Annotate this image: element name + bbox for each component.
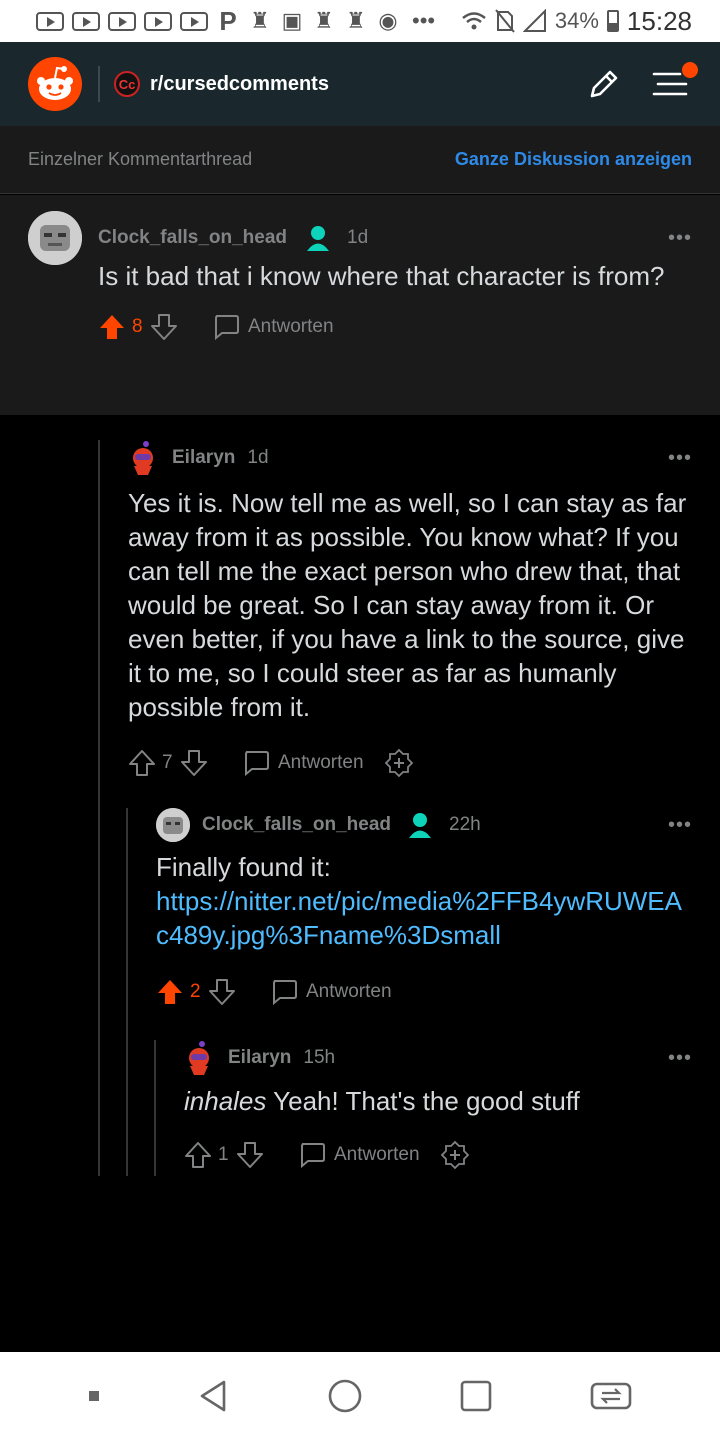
reply-label: Antworten bbox=[334, 1144, 420, 1165]
upvote-icon[interactable] bbox=[98, 313, 126, 341]
battery-icon bbox=[606, 10, 619, 32]
comment-body: Finally found it: https://nitter.net/pic… bbox=[156, 850, 690, 952]
reply-button[interactable]: Antworten bbox=[242, 750, 364, 776]
gallery-icon: ▣ bbox=[281, 8, 303, 33]
comment-author[interactable]: Eilaryn bbox=[172, 447, 235, 469]
no-sim-icon bbox=[495, 9, 515, 33]
reddit-logo-icon[interactable] bbox=[28, 57, 82, 111]
comment-timestamp: 22h bbox=[449, 814, 481, 835]
comment-text: Yeah! That's the good stuff bbox=[266, 1086, 580, 1116]
more-options-icon[interactable]: ••• bbox=[668, 227, 692, 250]
reply-button[interactable]: Antworten bbox=[298, 1142, 420, 1168]
app-icon: ♜ bbox=[314, 8, 334, 33]
home-icon[interactable] bbox=[326, 1377, 364, 1415]
comment-timestamp: 15h bbox=[303, 1047, 336, 1068]
avatar[interactable] bbox=[184, 1040, 214, 1076]
comment: Clock_falls_on_head 1d ••• Is it bad tha… bbox=[0, 195, 720, 415]
reply-label: Antworten bbox=[306, 981, 392, 1002]
vote-count: 8 bbox=[132, 316, 143, 337]
comment-text: Finally found it: bbox=[156, 852, 331, 882]
vote-count: 2 bbox=[190, 981, 201, 1002]
comment-body: inhales Yeah! That's the good stuff bbox=[184, 1084, 690, 1118]
user-badge-icon bbox=[409, 813, 432, 838]
system-navigation-bar bbox=[0, 1352, 720, 1440]
reply-button[interactable]: Antworten bbox=[270, 979, 392, 1005]
nav-dot-icon[interactable] bbox=[87, 1389, 101, 1403]
header-divider bbox=[98, 66, 100, 102]
reply-bubble-icon bbox=[301, 1143, 325, 1168]
avatar[interactable] bbox=[28, 211, 82, 265]
comment-author[interactable]: Eilaryn bbox=[228, 1047, 291, 1069]
notification-dot bbox=[682, 62, 698, 78]
spotify-icon: ◉ bbox=[378, 8, 398, 33]
vote-count: 7 bbox=[162, 752, 173, 773]
downvote-icon[interactable] bbox=[236, 1141, 264, 1169]
app-icon: ♜ bbox=[346, 8, 366, 33]
comment: Eilaryn 1d ••• Yes it is. Now tell me as… bbox=[0, 440, 720, 778]
menu-button[interactable] bbox=[652, 62, 698, 102]
avatar[interactable] bbox=[156, 808, 190, 842]
downvote-icon[interactable] bbox=[150, 313, 178, 341]
more-options-icon[interactable]: ••• bbox=[668, 814, 692, 837]
comment: Eilaryn 15h ••• inhales Yeah! That's the… bbox=[0, 1040, 720, 1170]
single-thread-label: Einzelner Kommentarthread bbox=[28, 149, 253, 169]
more-icon: ••• bbox=[412, 8, 436, 33]
comment-author[interactable]: Clock_falls_on_head bbox=[202, 814, 391, 836]
subreddit-icon[interactable]: Cc bbox=[114, 71, 140, 97]
comment-link[interactable]: https://nitter.net/pic/media%2FFB4ywRUWE… bbox=[156, 884, 690, 952]
comment-body: Is it bad that i know where that charact… bbox=[98, 261, 665, 291]
app-header: Cc r/cursedcomments bbox=[0, 42, 720, 126]
comment-body: Yes it is. Now tell me as well, so I can… bbox=[128, 488, 687, 722]
youtube-icon bbox=[108, 11, 136, 31]
pinterest-icon: P bbox=[219, 5, 237, 36]
system-status: 34% 15:28 bbox=[461, 6, 692, 37]
reply-bubble-icon bbox=[273, 980, 297, 1005]
reply-bubble-icon bbox=[245, 751, 269, 776]
recents-icon[interactable] bbox=[458, 1378, 494, 1414]
downvote-icon[interactable] bbox=[180, 749, 208, 777]
avatar[interactable] bbox=[128, 440, 158, 476]
status-bar: P ♜ ▣ ♜ ♜ ◉ ••• 34% 15:28 bbox=[0, 0, 720, 42]
upvote-icon[interactable] bbox=[184, 1141, 212, 1169]
comment: Clock_falls_on_head 22h ••• Finally foun… bbox=[0, 808, 720, 1006]
reply-bubble-icon bbox=[215, 315, 239, 340]
youtube-icon bbox=[72, 11, 100, 31]
youtube-icon bbox=[36, 11, 64, 31]
reply-button[interactable]: Antworten bbox=[212, 314, 334, 340]
more-options-icon[interactable]: ••• bbox=[668, 1047, 692, 1070]
clock: 15:28 bbox=[626, 5, 692, 36]
youtube-icon bbox=[180, 11, 208, 31]
award-icon[interactable] bbox=[384, 748, 414, 778]
reply-label: Antworten bbox=[248, 316, 334, 337]
more-options-icon[interactable]: ••• bbox=[668, 447, 692, 470]
upvote-icon[interactable] bbox=[156, 978, 184, 1006]
comment-author[interactable]: Clock_falls_on_head bbox=[98, 227, 287, 249]
view-full-discussion-link[interactable]: Ganze Diskussion anzeigen bbox=[455, 149, 692, 170]
signal-icon bbox=[522, 9, 546, 32]
switch-apps-icon[interactable] bbox=[589, 1381, 633, 1411]
back-icon[interactable] bbox=[196, 1378, 232, 1414]
battery-percent: 34% bbox=[554, 8, 599, 33]
reply-label: Antworten bbox=[278, 752, 364, 773]
user-badge-icon bbox=[307, 226, 330, 251]
comment-emphasis: inhales bbox=[184, 1086, 267, 1116]
subreddit-name[interactable]: r/cursedcomments bbox=[150, 73, 329, 96]
notification-icons: P ♜ ▣ ♜ ♜ ◉ ••• bbox=[36, 6, 435, 37]
comment-timestamp: 1d bbox=[347, 227, 369, 248]
comment-timestamp: 1d bbox=[247, 447, 269, 468]
youtube-icon bbox=[144, 11, 172, 31]
app-icon: ♜ bbox=[250, 8, 270, 33]
upvote-icon[interactable] bbox=[128, 749, 156, 777]
downvote-icon[interactable] bbox=[208, 978, 236, 1006]
award-icon[interactable] bbox=[440, 1140, 470, 1170]
edit-pencil-icon[interactable] bbox=[586, 66, 622, 102]
wifi-icon bbox=[462, 12, 486, 30]
thread-bar: Einzelner Kommentarthread Ganze Diskussi… bbox=[0, 126, 720, 194]
vote-count: 1 bbox=[218, 1144, 229, 1165]
